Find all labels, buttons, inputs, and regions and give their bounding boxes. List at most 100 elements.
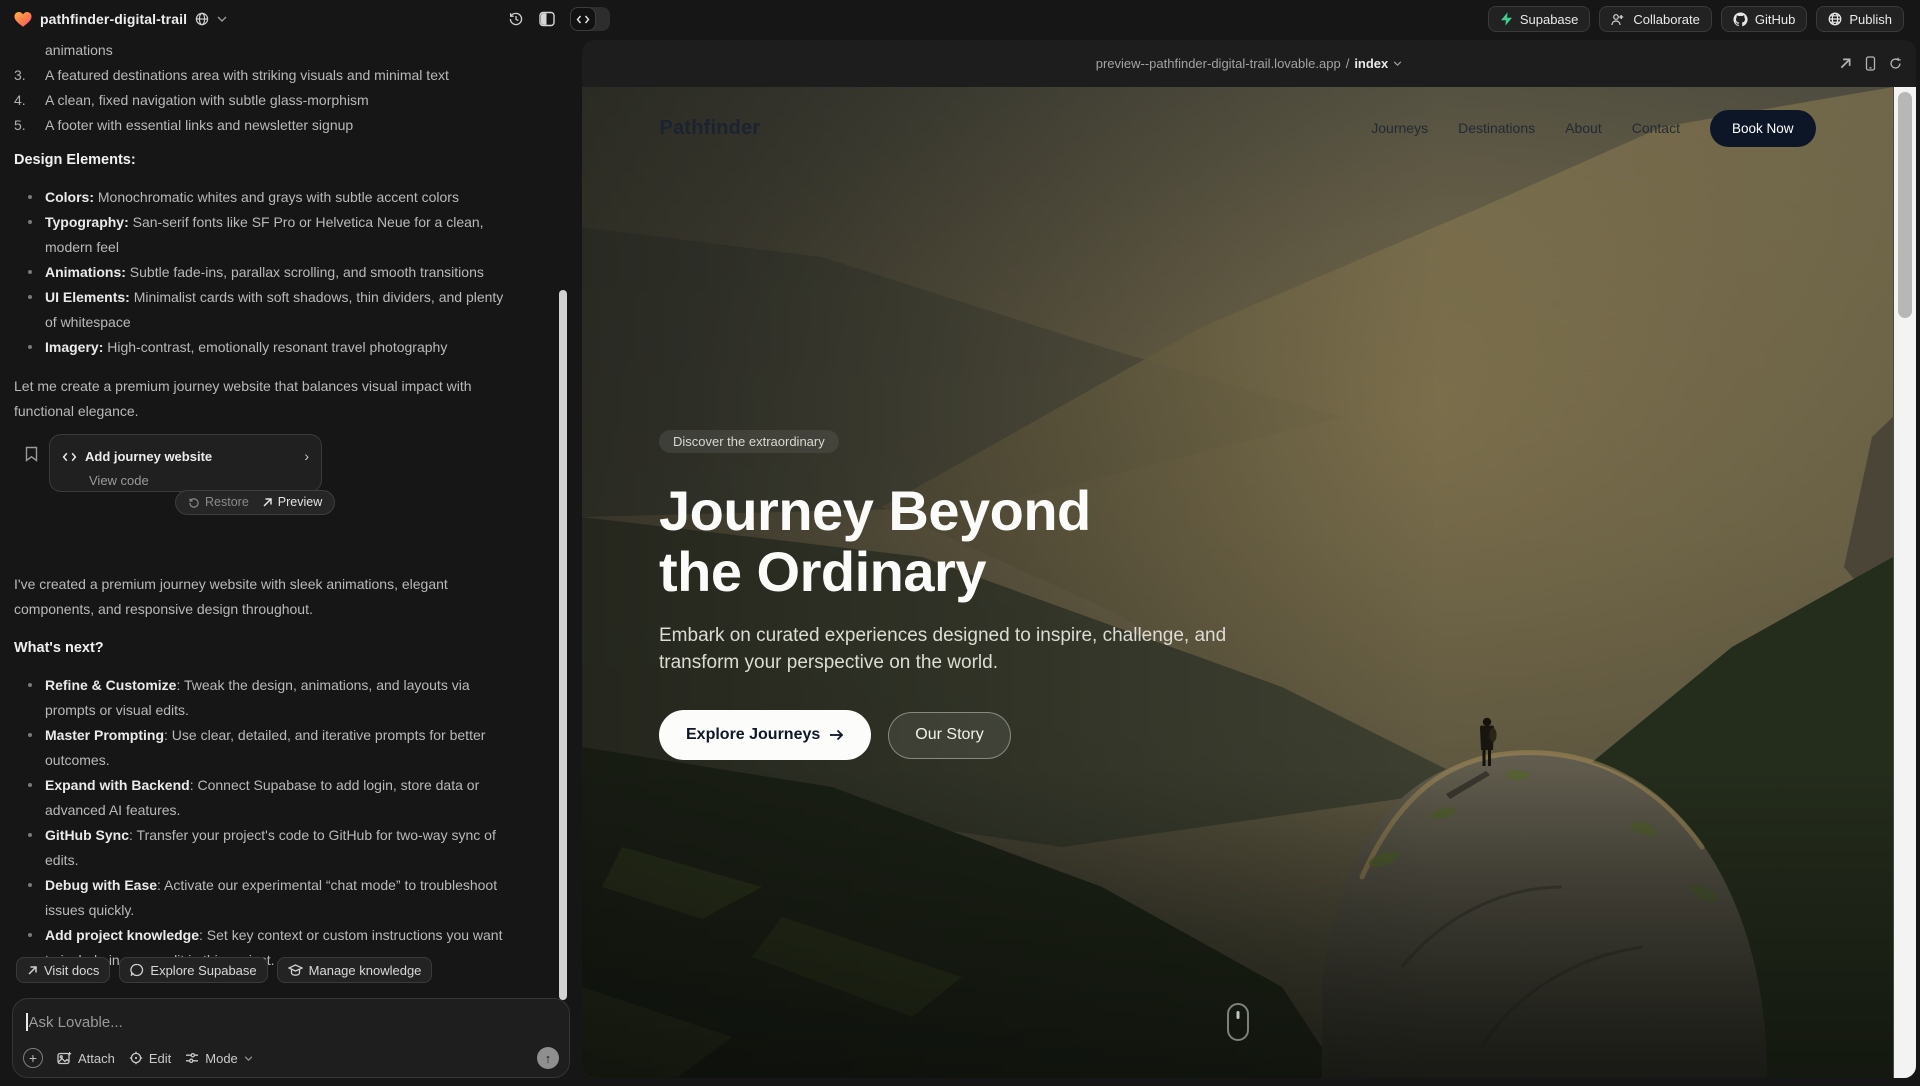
site-logo[interactable]: Pathfinder: [660, 117, 761, 140]
chat-panel: animations 3. A featured destinations ar…: [0, 38, 582, 1086]
project-menu[interactable]: pathfinder-digital-trail: [14, 0, 227, 38]
supabase-button[interactable]: Supabase: [1488, 6, 1591, 32]
bullet-dot: [28, 733, 32, 737]
chat-bubble-icon: [130, 963, 144, 977]
design-elements-heading: Design Elements:: [14, 148, 568, 173]
lovable-heart-logo: [14, 11, 32, 28]
composer[interactable]: Ask Lovable... + Attach Edit: [12, 998, 570, 1078]
bullet-dot: [28, 295, 32, 299]
bullet-dot: [28, 833, 32, 837]
composer-toolbar: + Attach Edit: [23, 1045, 559, 1071]
preview-page-name: index: [1354, 56, 1388, 71]
open-external-icon[interactable]: [1839, 57, 1852, 70]
explore-journeys-button[interactable]: Explore Journeys: [659, 710, 871, 760]
design-bullets: Colors: Monochromatic whites and grays w…: [14, 185, 568, 360]
history-icon[interactable]: [508, 11, 524, 27]
code-toggle-active-segment: [570, 7, 596, 31]
site-viewport: Pathfinder Journeys Destinations About C…: [582, 87, 1916, 1078]
chevron-down-icon: [217, 16, 227, 22]
site-scrollbar-thumb[interactable]: [1898, 92, 1912, 318]
publish-button[interactable]: Publish: [1816, 6, 1904, 32]
hero-title: Journey Beyond the Ordinary: [659, 480, 1359, 602]
whats-next-heading: What's next?: [14, 636, 568, 661]
explore-supabase-button[interactable]: Explore Supabase: [119, 957, 267, 983]
chat-scrollbar-thumb[interactable]: [559, 290, 567, 1000]
nav-about[interactable]: About: [1565, 120, 1602, 136]
book-now-button[interactable]: Book Now: [1710, 110, 1816, 147]
edit-card-title: Add journey website: [85, 449, 212, 465]
chevron-down-icon: [244, 1056, 253, 1061]
quick-actions-row: Visit docs Explore Supabase Manage knowl…: [16, 957, 432, 983]
bullet-item: Expand with Backend: Connect Supabase to…: [14, 773, 568, 823]
bullet-item: Typography: San-serif fonts like SF Pro …: [14, 210, 568, 260]
edit-card[interactable]: Add journey website › View code: [49, 434, 322, 492]
restore-button[interactable]: Restore: [188, 490, 249, 515]
nav-contact[interactable]: Contact: [1632, 120, 1680, 136]
mode-select[interactable]: Mode: [185, 1051, 253, 1066]
site-scrollbar[interactable]: [1894, 87, 1916, 1078]
edit-mode-button[interactable]: Edit: [129, 1051, 171, 1066]
hero-content: Discover the extraordinary Journey Beyon…: [659, 430, 1359, 760]
collaborate-button[interactable]: Collaborate: [1599, 6, 1712, 32]
visit-docs-button[interactable]: Visit docs: [16, 957, 110, 983]
scroll-indicator: [1227, 1003, 1249, 1041]
preview-toolbar: preview--pathfinder-digital-trail.lovabl…: [582, 40, 1916, 87]
attach-button[interactable]: Attach: [57, 1051, 115, 1066]
supabase-icon: [1500, 12, 1513, 26]
send-button[interactable]: ↑: [537, 1047, 559, 1069]
image-icon: [57, 1051, 72, 1065]
numbered-list: 3. A featured destinations area with str…: [14, 63, 568, 138]
people-icon: [1611, 13, 1626, 26]
bullet-dot: [28, 783, 32, 787]
refresh-icon[interactable]: [1889, 57, 1902, 70]
preview-panel: preview--pathfinder-digital-trail.lovabl…: [582, 40, 1916, 1078]
bullet-item: Master Prompting: Use clear, detailed, a…: [14, 723, 568, 773]
preview-url[interactable]: preview--pathfinder-digital-trail.lovabl…: [1096, 56, 1403, 71]
mobile-view-icon[interactable]: [1865, 56, 1876, 71]
bullet-dot: [28, 220, 32, 224]
bullet-item: Colors: Monochromatic whites and grays w…: [14, 185, 568, 210]
chat-partial-line: animations: [14, 38, 568, 63]
restore-icon: [188, 497, 200, 509]
chat-input[interactable]: Ask Lovable...: [26, 1013, 426, 1031]
arrow-up-right-icon: [262, 497, 273, 508]
hero-subtitle: Embark on curated experiences designed t…: [659, 622, 1359, 676]
chevron-down-icon: [1393, 61, 1402, 66]
site-nav: Journeys Destinations About Contact: [1371, 120, 1680, 136]
lovable-app: pathfinder-digital-trail: [0, 0, 1920, 1086]
restore-preview-pill: Restore Preview: [175, 490, 335, 515]
hero-badge: Discover the extraordinary: [659, 430, 839, 453]
numbered-item: 5. A footer with essential links and new…: [14, 113, 568, 138]
add-button[interactable]: +: [23, 1048, 43, 1068]
result-paragraph: I've created a premium journey website w…: [14, 572, 568, 622]
our-story-button[interactable]: Our Story: [888, 712, 1010, 759]
nav-destinations[interactable]: Destinations: [1458, 120, 1535, 136]
top-bar: pathfinder-digital-trail: [0, 0, 1920, 38]
nav-journeys[interactable]: Journeys: [1371, 120, 1428, 136]
bullet-item: Debug with Ease: Activate our experiment…: [14, 873, 568, 923]
code-view-toggle[interactable]: [570, 7, 610, 31]
bullet-dot: [28, 933, 32, 937]
globe-status-icon: [195, 12, 209, 26]
bookmark-icon[interactable]: [25, 446, 38, 462]
bullet-dot: [28, 683, 32, 687]
sidebar-toggle-icon[interactable]: [539, 11, 555, 27]
manage-knowledge-button[interactable]: Manage knowledge: [277, 957, 433, 983]
bullet-dot: [28, 345, 32, 349]
github-icon: [1733, 12, 1748, 27]
arrow-up-right-icon: [27, 965, 38, 976]
site-header: Pathfinder Journeys Destinations About C…: [582, 87, 1893, 169]
bullet-item: Imagery: High-contrast, emotionally reso…: [14, 335, 568, 360]
arrow-right-icon: [829, 729, 844, 741]
project-name: pathfinder-digital-trail: [40, 11, 187, 27]
bullet-item: Refine & Customize: Tweak the design, an…: [14, 673, 568, 723]
preview-button[interactable]: Preview: [262, 490, 322, 515]
bullet-dot: [28, 270, 32, 274]
graduation-cap-icon: [288, 964, 303, 977]
github-button[interactable]: GitHub: [1721, 6, 1807, 32]
code-icon: [62, 452, 77, 462]
sliders-icon: [185, 1052, 199, 1064]
bullet-item: Animations: Subtle fade-ins, parallax sc…: [14, 260, 568, 285]
view-code-link[interactable]: View code: [89, 473, 309, 489]
publish-globe-icon: [1828, 12, 1842, 26]
